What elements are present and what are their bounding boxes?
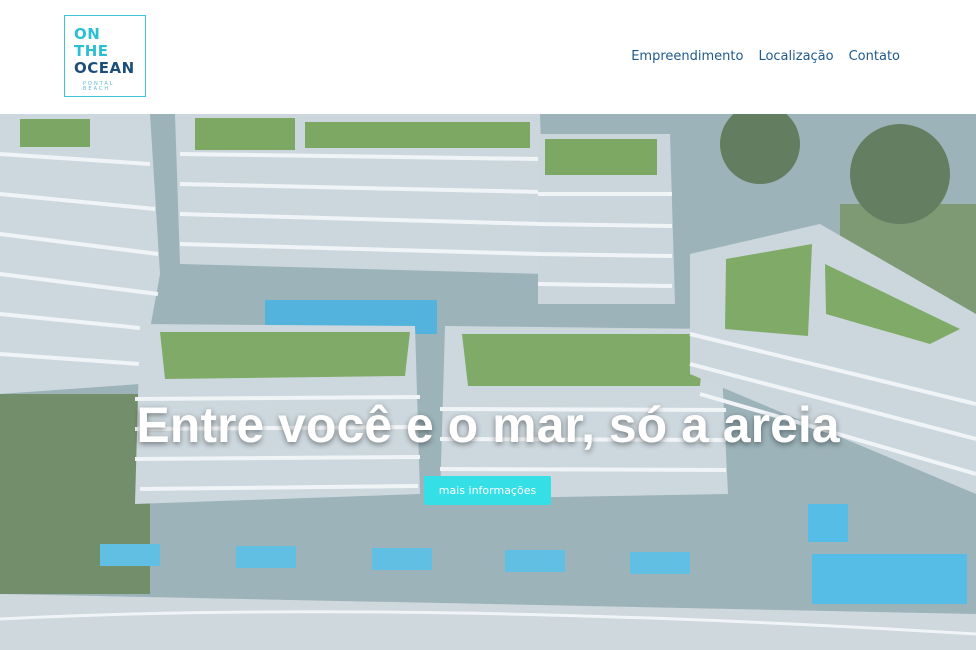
logo-text-line-1: ON <box>74 25 101 43</box>
nav-item-empreendimento[interactable]: Empreendimento <box>631 48 743 66</box>
hero-headline: Entre você e o mar, só a areia <box>136 397 840 453</box>
logo-text-line-2: THE <box>74 42 109 60</box>
site-header: ON THE OCEAN PONTAL BEACH Empreendimento… <box>0 0 976 114</box>
logo-text-line-3: OCEAN <box>74 59 135 77</box>
more-info-button[interactable]: mais informações <box>424 476 551 505</box>
nav-item-contato[interactable]: Contato <box>849 48 900 66</box>
logo-tagline: PONTAL BEACH <box>83 81 115 92</box>
main-nav: Empreendimento Localização Contato <box>631 48 900 66</box>
hero-section: Entre você e o mar, só a areia mais info… <box>0 114 976 650</box>
on-the-ocean-logo[interactable]: ON THE OCEAN PONTAL BEACH <box>64 15 146 97</box>
hero-aerial-rendering-image <box>0 114 976 650</box>
nav-item-localizacao[interactable]: Localização <box>758 48 833 66</box>
